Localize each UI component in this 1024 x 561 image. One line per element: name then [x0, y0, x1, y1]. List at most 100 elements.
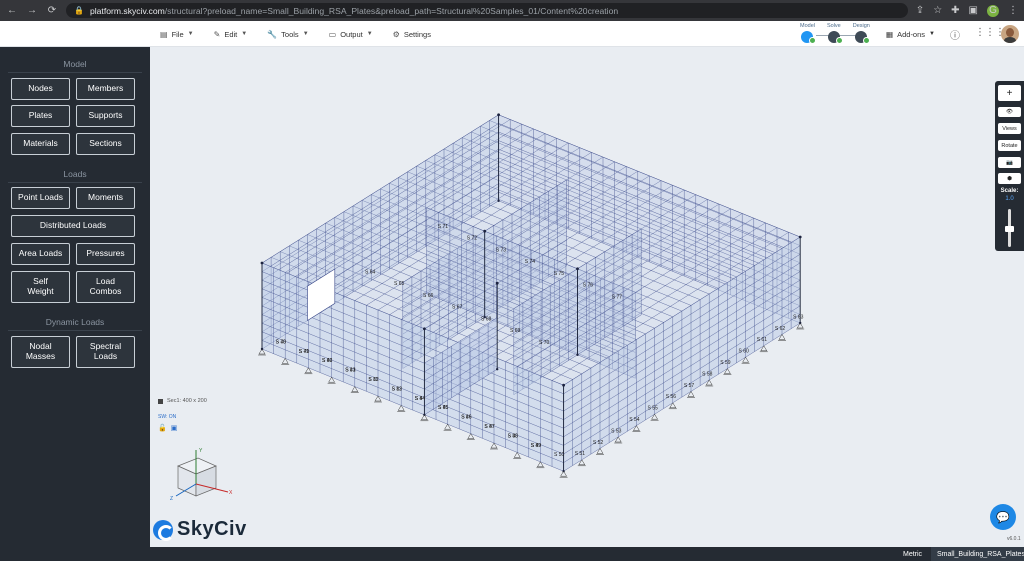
- node-point: [576, 353, 579, 356]
- help-icon[interactable]: ⓘ: [950, 27, 960, 42]
- menu-tools[interactable]: 🔧 Tools ▼: [267, 30, 308, 39]
- plate-label: S 64: [365, 269, 376, 275]
- scale-slider-handle[interactable]: [1005, 226, 1014, 232]
- x-axis-label: X: [229, 490, 233, 496]
- structure-wireframe[interactable]: S 40S 41S 42S 43S 11S 12S 44S 45S 46S 47…: [150, 47, 1024, 547]
- supports-button[interactable]: Supports: [76, 105, 135, 127]
- self-weight-status: SW: ON: [158, 414, 177, 420]
- logo-text: SkyCiv: [177, 518, 247, 540]
- camera-view-icon[interactable]: ▣: [171, 424, 178, 432]
- visibility-button[interactable]: 👁: [998, 107, 1021, 117]
- node-point: [497, 199, 500, 202]
- menu-edit-label: Edit: [224, 29, 238, 39]
- reload-icon[interactable]: ⟳: [46, 5, 58, 17]
- skyciv-logo-icon: [153, 519, 174, 541]
- sidebar-toggle-icon[interactable]: ▣: [969, 5, 978, 16]
- plates-button[interactable]: Plates: [11, 105, 70, 127]
- members-button[interactable]: Members: [76, 78, 135, 100]
- grid-icon: ▦: [886, 29, 894, 39]
- wrench-icon: 🔧: [267, 29, 278, 39]
- node-point: [562, 383, 565, 387]
- section-title-dynamic: Dynamic Loads: [45, 317, 105, 327]
- divider: [8, 72, 142, 73]
- more-menu-icon[interactable]: ⋮: [1008, 5, 1018, 16]
- monitor-icon: ▭: [328, 29, 337, 39]
- workflow-steps: Model Solve Design: [800, 23, 871, 44]
- render-mode-button[interactable]: ⬢: [998, 173, 1021, 184]
- step-model[interactable]: Model: [800, 23, 817, 44]
- point-loads-button[interactable]: Point Loads: [11, 187, 70, 209]
- self-weight-button[interactable]: Self Weight: [11, 271, 70, 303]
- menu-output[interactable]: ▭ Output ▼: [329, 30, 373, 39]
- nodal-masses-label: Masses: [25, 351, 56, 361]
- unlock-icon[interactable]: 🔓: [158, 424, 167, 432]
- nodes-button[interactable]: Nodes: [11, 78, 70, 100]
- node-point: [576, 267, 579, 271]
- plate-label: S 50: [554, 452, 565, 458]
- plate-label: S 72: [467, 236, 478, 242]
- version-label: v6.0.1: [1007, 536, 1021, 542]
- section-title-loads: Loads: [63, 169, 87, 179]
- sections-button[interactable]: Sections: [76, 133, 135, 155]
- profile-avatar[interactable]: G: [987, 4, 999, 17]
- screenshot-button[interactable]: 📷: [998, 157, 1021, 168]
- menu-settings[interactable]: ⚙ Settings: [393, 30, 431, 39]
- nodal-masses-button[interactable]: Nodal Masses: [11, 336, 70, 368]
- plate-label: S 74: [525, 259, 536, 265]
- file-name[interactable]: Small_Building_RSA_Plates: [931, 547, 1024, 561]
- plate-label: S 79: [299, 349, 310, 355]
- menu-file-label: File: [171, 29, 184, 39]
- distributed-loads-button[interactable]: Distributed Loads: [11, 215, 135, 237]
- step-solve[interactable]: Solve: [827, 23, 843, 44]
- plate-label: S 58: [702, 371, 713, 377]
- user-avatar[interactable]: [1001, 25, 1019, 43]
- address-bar[interactable]: 🔒 platform.skyciv.com/structural?preload…: [66, 3, 908, 18]
- share-icon[interactable]: ⇪: [916, 5, 924, 16]
- plate-label: S 77: [612, 294, 623, 300]
- back-arrow-icon[interactable]: ←: [6, 5, 18, 17]
- cube-icon: ⬢: [1007, 175, 1012, 182]
- spectral-loads-label: Loads: [93, 351, 118, 361]
- solve-step-icon: [827, 31, 843, 44]
- plate-label: S 83: [392, 386, 403, 392]
- step-design[interactable]: Design: [852, 23, 871, 44]
- spectral-loads-button[interactable]: Spectral Loads: [76, 336, 135, 368]
- plate-label: S 52: [593, 440, 604, 446]
- camera-icon: 📷: [1006, 159, 1013, 166]
- view-toolbar: + 👁 Views Rotate 📷 ⬢ Scale: 1.0: [995, 81, 1024, 251]
- section-color-swatch: [158, 398, 163, 404]
- extension-icon[interactable]: ✚: [951, 5, 959, 16]
- menu-edit[interactable]: ✎ Edit ▼: [214, 30, 248, 39]
- addons-label: Add-ons: [897, 29, 926, 39]
- load-combos-button[interactable]: Load Combos: [76, 271, 135, 303]
- zoom-in-button[interactable]: +: [998, 85, 1021, 101]
- orientation-cube[interactable]: Y X Z: [168, 444, 240, 504]
- units-indicator[interactable]: Metric: [897, 547, 928, 561]
- menu-file[interactable]: ▤ File ▼: [160, 30, 194, 39]
- plate-label: S 68: [481, 316, 492, 322]
- plate-label: S 56: [666, 394, 677, 400]
- chat-bubble-icon: 💬: [996, 511, 1010, 524]
- step-design-label: Design: [852, 23, 870, 29]
- views-button[interactable]: Views: [998, 123, 1021, 134]
- design-step-icon: [855, 31, 871, 44]
- model-canvas[interactable]: S 40 S 41 S 42 S 43 S 11 S 12 S 44 S 45 S 46 S 47…: [150, 47, 1024, 547]
- pressures-button[interactable]: Pressures: [76, 243, 135, 265]
- forward-arrow-icon[interactable]: →: [26, 5, 38, 17]
- view-lock-controls: 🔓 ▣: [158, 424, 177, 432]
- browser-toolbar: ← → ⟳ 🔒 platform.skyciv.com/structural?p…: [0, 0, 1024, 21]
- skyciv-logo: SkyCiv: [153, 518, 247, 541]
- node-point: [495, 281, 499, 285]
- moments-button[interactable]: Moments: [76, 187, 135, 209]
- addons-menu[interactable]: ▦ Add-ons ▼: [886, 21, 935, 47]
- plate-label: S 84: [415, 396, 426, 402]
- model-step-icon: [801, 31, 817, 44]
- chat-button[interactable]: 💬: [990, 504, 1016, 530]
- menu-settings-label: Settings: [403, 29, 431, 39]
- chevron-down-icon: ▼: [241, 31, 248, 37]
- rotate-button[interactable]: Rotate: [998, 140, 1021, 151]
- area-loads-button[interactable]: Area Loads: [11, 243, 70, 265]
- menu-tools-label: Tools: [281, 29, 299, 39]
- materials-button[interactable]: Materials: [11, 133, 70, 155]
- star-icon[interactable]: ☆: [933, 5, 942, 16]
